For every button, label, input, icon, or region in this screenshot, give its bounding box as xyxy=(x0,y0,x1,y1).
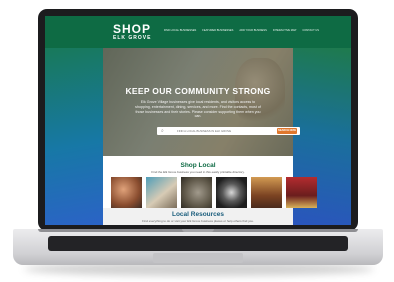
site-logo[interactable]: SHOP ELK GROVE xyxy=(113,23,151,41)
nav-contact-us[interactable]: CONTACT US xyxy=(302,29,319,32)
search-icon: ⌕ xyxy=(161,128,164,134)
left-gradient-panel xyxy=(45,48,103,225)
laptop-lid-notch xyxy=(182,229,214,232)
logo-sub-text: ELK GROVE xyxy=(113,35,152,41)
site-header: SHOP ELK GROVE FIND LOCAL BUSINESSES FEA… xyxy=(45,16,351,48)
hero-title: KEEP OUR COMMUNITY STRONG xyxy=(125,86,271,96)
nav-featured-businesses[interactable]: FEATURED BUSINESSES xyxy=(202,29,233,32)
laptop-screen: SHOP ELK GROVE FIND LOCAL BUSINESSES FEA… xyxy=(45,16,351,225)
business-search-bar: ⌕ SEARCH NOW xyxy=(157,127,300,135)
category-tile-pets[interactable] xyxy=(181,177,212,208)
search-now-button[interactable]: SEARCH NOW xyxy=(277,128,297,134)
search-input[interactable] xyxy=(177,127,269,135)
nav-find-local-businesses[interactable]: FIND LOCAL BUSINESSES xyxy=(164,29,196,32)
category-tile-automotive[interactable] xyxy=(216,177,247,208)
category-tiles xyxy=(111,177,317,208)
hero-description: Elk Grove Village businesses give local … xyxy=(135,100,261,119)
shop-local-title: Shop Local xyxy=(180,162,216,169)
local-resources-subtitle: Find everything to do or visit your Elk … xyxy=(142,219,254,223)
hero-banner: KEEP OUR COMMUNITY STRONG Elk Grove Vill… xyxy=(103,48,293,156)
laptop-keyboard xyxy=(48,236,348,251)
category-tile-food[interactable] xyxy=(111,177,142,208)
category-tile-theater[interactable] xyxy=(286,177,317,208)
laptop-trackpad xyxy=(153,253,243,263)
nav-add-your-business[interactable]: ADD YOUR BUSINESS xyxy=(239,29,266,32)
nav-interactive-map[interactable]: INTERACTIVE MAP xyxy=(273,29,297,32)
shop-local-subtitle: Find the Elk Grove business you need in … xyxy=(151,170,245,174)
main-nav: FIND LOCAL BUSINESSES FEATURED BUSINESSE… xyxy=(164,29,319,32)
category-tile-beach[interactable] xyxy=(146,177,177,208)
logo-main-text: SHOP xyxy=(113,22,152,36)
category-tile-storefront[interactable] xyxy=(251,177,282,208)
local-resources-title: Local Resources xyxy=(171,211,225,218)
